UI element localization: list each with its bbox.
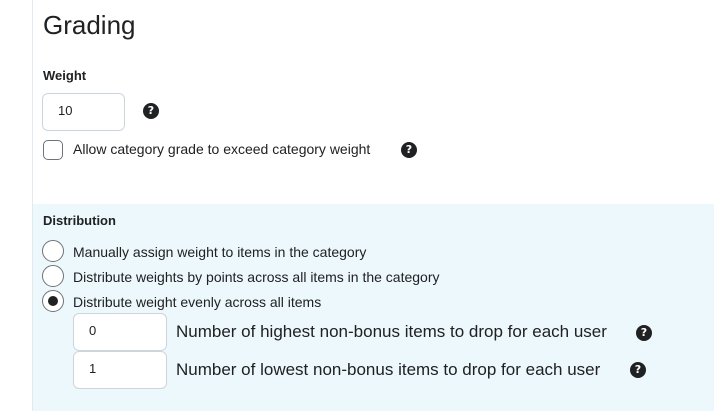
distribution-label: Distribution	[43, 213, 116, 228]
radio-distribute-evenly-label: Distribute weight evenly across all item…	[73, 294, 322, 310]
drop-lowest-input[interactable]: 1	[73, 351, 167, 389]
allow-exceed-checkbox[interactable]	[43, 140, 63, 160]
radio-distribute-evenly[interactable]	[42, 290, 64, 312]
radio-distribute-by-points[interactable]	[42, 265, 64, 287]
weight-input[interactable]: 10	[42, 93, 125, 131]
drop-highest-label: Number of highest non-bonus items to dro…	[176, 322, 607, 341]
drop-highest-input[interactable]: 0	[73, 313, 167, 351]
radio-distribute-by-points-label: Distribute weights by points across all …	[73, 269, 440, 285]
allow-exceed-help-icon[interactable]: ?	[401, 142, 417, 158]
drop-lowest-help-icon[interactable]: ?	[630, 362, 646, 378]
drop-highest-help-icon[interactable]: ?	[636, 325, 652, 341]
allow-exceed-label: Allow category grade to exceed category …	[73, 141, 371, 157]
weight-label: Weight	[43, 68, 87, 83]
radio-manual-weight[interactable]	[42, 240, 64, 262]
page-title: Grading	[43, 10, 136, 40]
drop-lowest-label: Number of lowest non-bonus items to drop…	[176, 360, 601, 379]
radio-manual-weight-label: Manually assign weight to items in the c…	[73, 244, 367, 260]
weight-help-icon[interactable]: ?	[143, 103, 159, 119]
